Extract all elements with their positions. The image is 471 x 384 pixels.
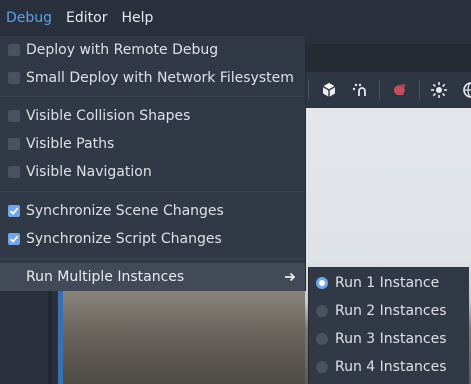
- menu-item-label: Synchronize Script Changes: [26, 231, 222, 247]
- menu-item-label: Small Deploy with Network Filesystem: [26, 70, 294, 86]
- submenu-item-run-4[interactable]: Run 4 Instances: [309, 353, 469, 381]
- menu-item-visible-navigation[interactable]: Visible Navigation: [0, 158, 305, 186]
- gizmo-icon[interactable]: [389, 80, 409, 100]
- radio-selected[interactable]: [316, 277, 328, 289]
- submenu-item-label: Run 2 Instances: [335, 303, 447, 319]
- checkbox[interactable]: [8, 72, 20, 84]
- viewport-toolbar: [305, 72, 471, 108]
- menu-debug[interactable]: Debug: [0, 0, 60, 36]
- toolbar-separator: [419, 80, 420, 100]
- submenu-item-run-1[interactable]: Run 1 Instance: [309, 269, 469, 297]
- submenu-item-run-2[interactable]: Run 2 Instances: [309, 297, 469, 325]
- sun-icon[interactable]: [429, 80, 449, 100]
- run-instances-submenu: Run 1 Instance Run 2 Instances Run 3 Ins…: [308, 267, 469, 384]
- menu-separator: [0, 96, 305, 97]
- menu-item-visible-collision-shapes[interactable]: Visible Collision Shapes: [0, 102, 305, 130]
- menu-item-sync-scene-changes[interactable]: Synchronize Scene Changes: [0, 197, 305, 225]
- menu-separator: [0, 258, 305, 259]
- menu-item-label: Visible Collision Shapes: [26, 108, 191, 124]
- viewport-preview[interactable]: [63, 290, 305, 384]
- radio[interactable]: [316, 361, 328, 373]
- cube-icon[interactable]: [319, 80, 339, 100]
- toolbar-separator: [379, 80, 380, 100]
- chevron-right-icon: [285, 272, 296, 282]
- checkmark-icon: [9, 207, 19, 215]
- toolbar-separator: [308, 80, 309, 100]
- checkbox[interactable]: [8, 166, 20, 178]
- menu-help[interactable]: Help: [115, 0, 161, 36]
- menu-item-small-deploy[interactable]: Small Deploy with Network Filesystem: [0, 64, 305, 92]
- menu-item-label: Synchronize Scene Changes: [26, 203, 224, 219]
- menu-item-visible-paths[interactable]: Visible Paths: [0, 130, 305, 158]
- checkbox[interactable]: [8, 138, 20, 150]
- checkbox[interactable]: [8, 110, 20, 122]
- checkmark-icon: [9, 235, 19, 243]
- submenu-item-label: Run 3 Instances: [335, 331, 447, 347]
- menu-item-sync-script-changes[interactable]: Synchronize Script Changes: [0, 225, 305, 253]
- radio[interactable]: [316, 305, 328, 317]
- submenu-item-label: Run 4 Instances: [335, 359, 447, 375]
- radio[interactable]: [316, 333, 328, 345]
- snap-icon[interactable]: [350, 80, 370, 100]
- submenu-item-label: Run 1 Instance: [335, 275, 440, 291]
- submenu-item-run-3[interactable]: Run 3 Instances: [309, 325, 469, 353]
- checkbox-checked[interactable]: [8, 205, 20, 217]
- checkbox[interactable]: [8, 44, 20, 56]
- menu-item-run-multiple-instances[interactable]: Run Multiple Instances: [0, 263, 305, 291]
- menu-item-label: Run Multiple Instances: [26, 269, 185, 285]
- menu-item-label: Visible Navigation: [26, 164, 152, 180]
- menubar: Debug Editor Help: [0, 0, 471, 36]
- dock-splitter[interactable]: [48, 290, 52, 384]
- menu-item-label: Visible Paths: [26, 136, 115, 152]
- editor-tabbar-inner: [305, 44, 471, 72]
- debug-menu: Deploy with Remote Debug Small Deploy wi…: [0, 36, 306, 291]
- checkbox-checked[interactable]: [8, 233, 20, 245]
- globe-icon[interactable]: [461, 80, 471, 100]
- menu-separator: [0, 191, 305, 192]
- menu-item-deploy-remote-debug[interactable]: Deploy with Remote Debug: [0, 36, 305, 64]
- menu-item-label: Deploy with Remote Debug: [26, 42, 219, 58]
- menu-editor[interactable]: Editor: [60, 0, 115, 36]
